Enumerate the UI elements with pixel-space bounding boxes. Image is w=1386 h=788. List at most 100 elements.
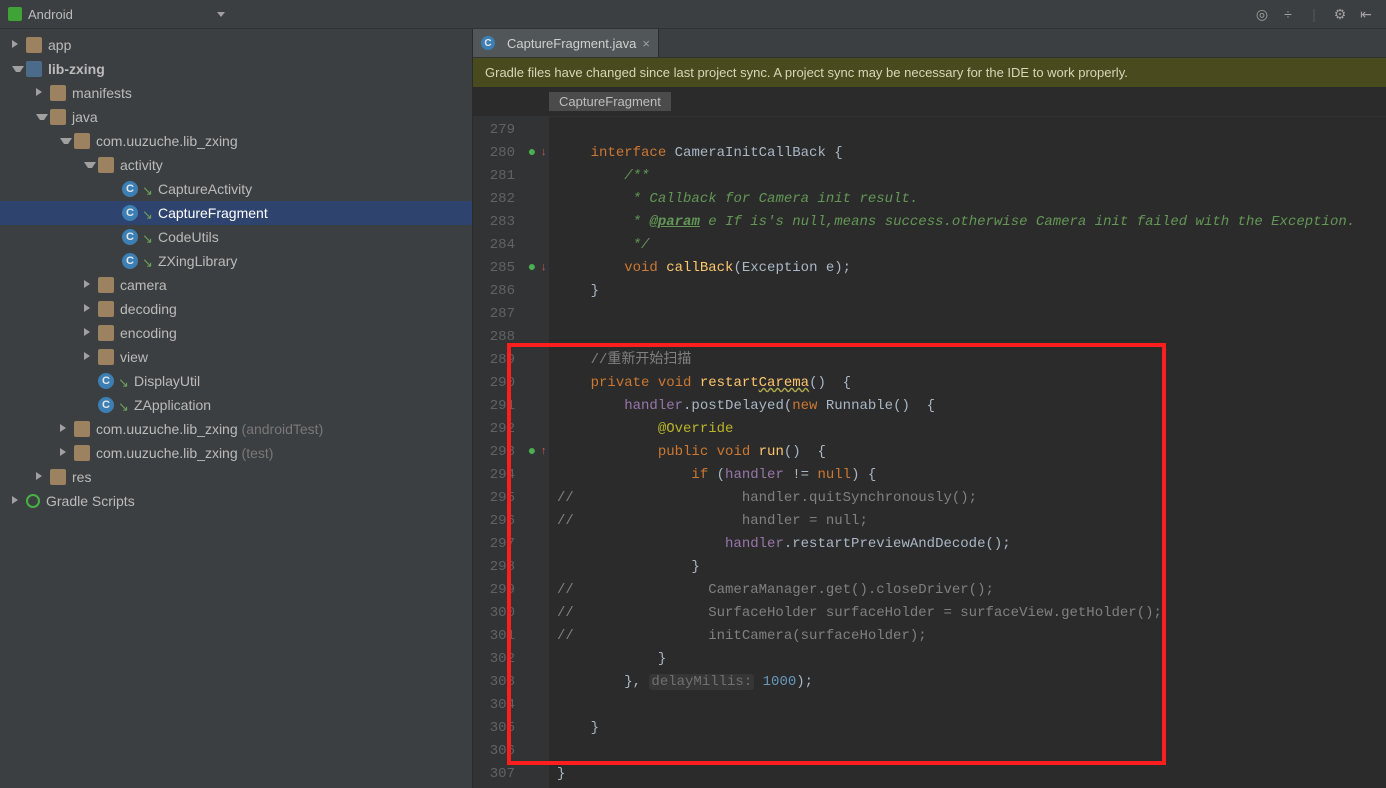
tree-item-displayutil[interactable]: C↘DisplayUtil — [0, 369, 472, 393]
gutter-line[interactable]: 284 — [473, 234, 549, 257]
code-line[interactable]: } — [549, 280, 1386, 303]
tree-arrow-icon[interactable] — [84, 279, 96, 291]
code-line[interactable]: // initCamera(surfaceHolder); — [549, 625, 1386, 648]
code-line[interactable]: } — [549, 556, 1386, 579]
gutter-line[interactable]: 302 — [473, 648, 549, 671]
tree-arrow-icon[interactable] — [36, 111, 48, 123]
tree-item-res[interactable]: res — [0, 465, 472, 489]
code-line[interactable] — [549, 326, 1386, 349]
gutter-line[interactable]: 294 — [473, 464, 549, 487]
tree-arrow-icon[interactable] — [60, 135, 72, 147]
code-body[interactable]: interface CameraInitCallBack { /** * Cal… — [549, 117, 1386, 788]
tree-arrow-icon[interactable] — [84, 327, 96, 339]
code-line[interactable]: * Callback for Camera init result. — [549, 188, 1386, 211]
tree-item-lib-zxing[interactable]: lib-zxing — [0, 57, 472, 81]
code-line[interactable]: * @param e If is's null,means success.ot… — [549, 211, 1386, 234]
tree-arrow-icon[interactable] — [84, 351, 96, 363]
tree-arrow-icon[interactable] — [12, 495, 24, 507]
gutter-marker-icon[interactable]: ● — [525, 261, 539, 275]
gutter-line[interactable]: 297 — [473, 533, 549, 556]
gutter-marker-icon[interactable]: ● — [525, 445, 539, 459]
collapse-icon[interactable]: ⇤ — [1358, 6, 1374, 22]
code-line[interactable]: if (handler != null) { — [549, 464, 1386, 487]
tree-arrow-icon[interactable] — [36, 471, 48, 483]
gutter-line[interactable]: 307 — [473, 763, 549, 786]
tree-arrow-icon[interactable] — [84, 303, 96, 315]
gutter-line[interactable]: 283 — [473, 211, 549, 234]
gutter-line[interactable]: 299 — [473, 579, 549, 602]
tree-item-captureactivity[interactable]: C↘CaptureActivity — [0, 177, 472, 201]
code-line[interactable]: // SurfaceHolder surfaceHolder = surface… — [549, 602, 1386, 625]
tree-item-java[interactable]: java — [0, 105, 472, 129]
gutter-line[interactable]: 280●↓ — [473, 142, 549, 165]
tree-item-view[interactable]: view — [0, 345, 472, 369]
gutter-line[interactable]: 291 — [473, 395, 549, 418]
gutter-line[interactable]: 304 — [473, 694, 549, 717]
code-line[interactable] — [549, 303, 1386, 326]
tree-item-zapplication[interactable]: C↘ZApplication — [0, 393, 472, 417]
breadcrumb-item[interactable]: CaptureFragment — [549, 92, 671, 111]
gutter-line[interactable]: 282 — [473, 188, 549, 211]
gradle-sync-banner[interactable]: Gradle files have changed since last pro… — [473, 58, 1386, 87]
gutter-line[interactable]: 292 — [473, 418, 549, 441]
gutter-marker-icon[interactable]: ● — [525, 146, 539, 160]
gutter-line[interactable]: 303 — [473, 671, 549, 694]
gutter-line[interactable]: 298 — [473, 556, 549, 579]
tree-arrow-icon[interactable] — [60, 423, 72, 435]
close-icon[interactable]: × — [642, 36, 650, 51]
gutter-line[interactable]: 279 — [473, 119, 549, 142]
code-line[interactable]: handler.postDelayed(new Runnable() { — [549, 395, 1386, 418]
gutter-line[interactable]: 289 — [473, 349, 549, 372]
gear-icon[interactable]: ⚙ — [1332, 6, 1348, 22]
project-scope-selector[interactable]: Android — [0, 0, 233, 28]
tree-item-app[interactable]: app — [0, 33, 472, 57]
gutter-line[interactable]: 288 — [473, 326, 549, 349]
code-line[interactable]: //重新开始扫描 — [549, 349, 1386, 372]
tree-arrow-icon[interactable] — [12, 39, 24, 51]
tree-item-gradle-scripts[interactable]: Gradle Scripts — [0, 489, 472, 513]
tree-item-com-uuzuche-lib-zxing[interactable]: com.uuzuche.lib_zxing (androidTest) — [0, 417, 472, 441]
tree-arrow-icon[interactable] — [60, 447, 72, 459]
code-line[interactable]: public void run() { — [549, 441, 1386, 464]
tree-arrow-icon[interactable] — [84, 159, 96, 171]
code-line[interactable]: interface CameraInitCallBack { — [549, 142, 1386, 165]
target-icon[interactable]: ◎ — [1254, 6, 1270, 22]
code-line[interactable] — [549, 694, 1386, 717]
gutter-line[interactable]: 285●↓ — [473, 257, 549, 280]
code-line[interactable]: */ — [549, 234, 1386, 257]
code-line[interactable]: /** — [549, 165, 1386, 188]
code-line[interactable]: // CameraManager.get().closeDriver(); — [549, 579, 1386, 602]
tree-item-codeutils[interactable]: C↘CodeUtils — [0, 225, 472, 249]
code-line[interactable]: } — [549, 717, 1386, 740]
tree-item-decoding[interactable]: decoding — [0, 297, 472, 321]
tree-item-camera[interactable]: camera — [0, 273, 472, 297]
code-line[interactable] — [549, 740, 1386, 763]
tree-item-com-uuzuche-lib-zxing[interactable]: com.uuzuche.lib_zxing — [0, 129, 472, 153]
gutter[interactable]: 279280●↓281282283284285●↓286287288289290… — [473, 117, 549, 788]
code-line[interactable]: // handler = null; — [549, 510, 1386, 533]
tree-item-activity[interactable]: activity — [0, 153, 472, 177]
gutter-line[interactable]: 300 — [473, 602, 549, 625]
gutter-line[interactable]: 295 — [473, 487, 549, 510]
code-line[interactable]: void callBack(Exception e); — [549, 257, 1386, 280]
code-line[interactable]: } — [549, 763, 1386, 786]
code-editor[interactable]: 279280●↓281282283284285●↓286287288289290… — [473, 117, 1386, 788]
editor-tab-capturefragment[interactable]: C CaptureFragment.java × — [473, 29, 659, 57]
divide-icon[interactable]: ÷ — [1280, 6, 1296, 22]
tree-arrow-icon[interactable] — [36, 87, 48, 99]
gutter-line[interactable]: 287 — [473, 303, 549, 326]
tree-item-capturefragment[interactable]: C↘CaptureFragment — [0, 201, 472, 225]
gutter-line[interactable]: 290 — [473, 372, 549, 395]
code-line[interactable]: @Override — [549, 418, 1386, 441]
gutter-line[interactable]: 293●↑ — [473, 441, 549, 464]
gutter-line[interactable]: 306 — [473, 740, 549, 763]
gutter-line[interactable]: 296 — [473, 510, 549, 533]
code-line[interactable]: // handler.quitSynchronously(); — [549, 487, 1386, 510]
gutter-line[interactable]: 281 — [473, 165, 549, 188]
code-line[interactable]: private void restartCarema() { — [549, 372, 1386, 395]
code-line[interactable]: handler.restartPreviewAndDecode(); — [549, 533, 1386, 556]
tree-item-com-uuzuche-lib-zxing[interactable]: com.uuzuche.lib_zxing (test) — [0, 441, 472, 465]
tree-item-manifests[interactable]: manifests — [0, 81, 472, 105]
tree-item-zxinglibrary[interactable]: C↘ZXingLibrary — [0, 249, 472, 273]
tree-arrow-icon[interactable] — [12, 63, 24, 75]
